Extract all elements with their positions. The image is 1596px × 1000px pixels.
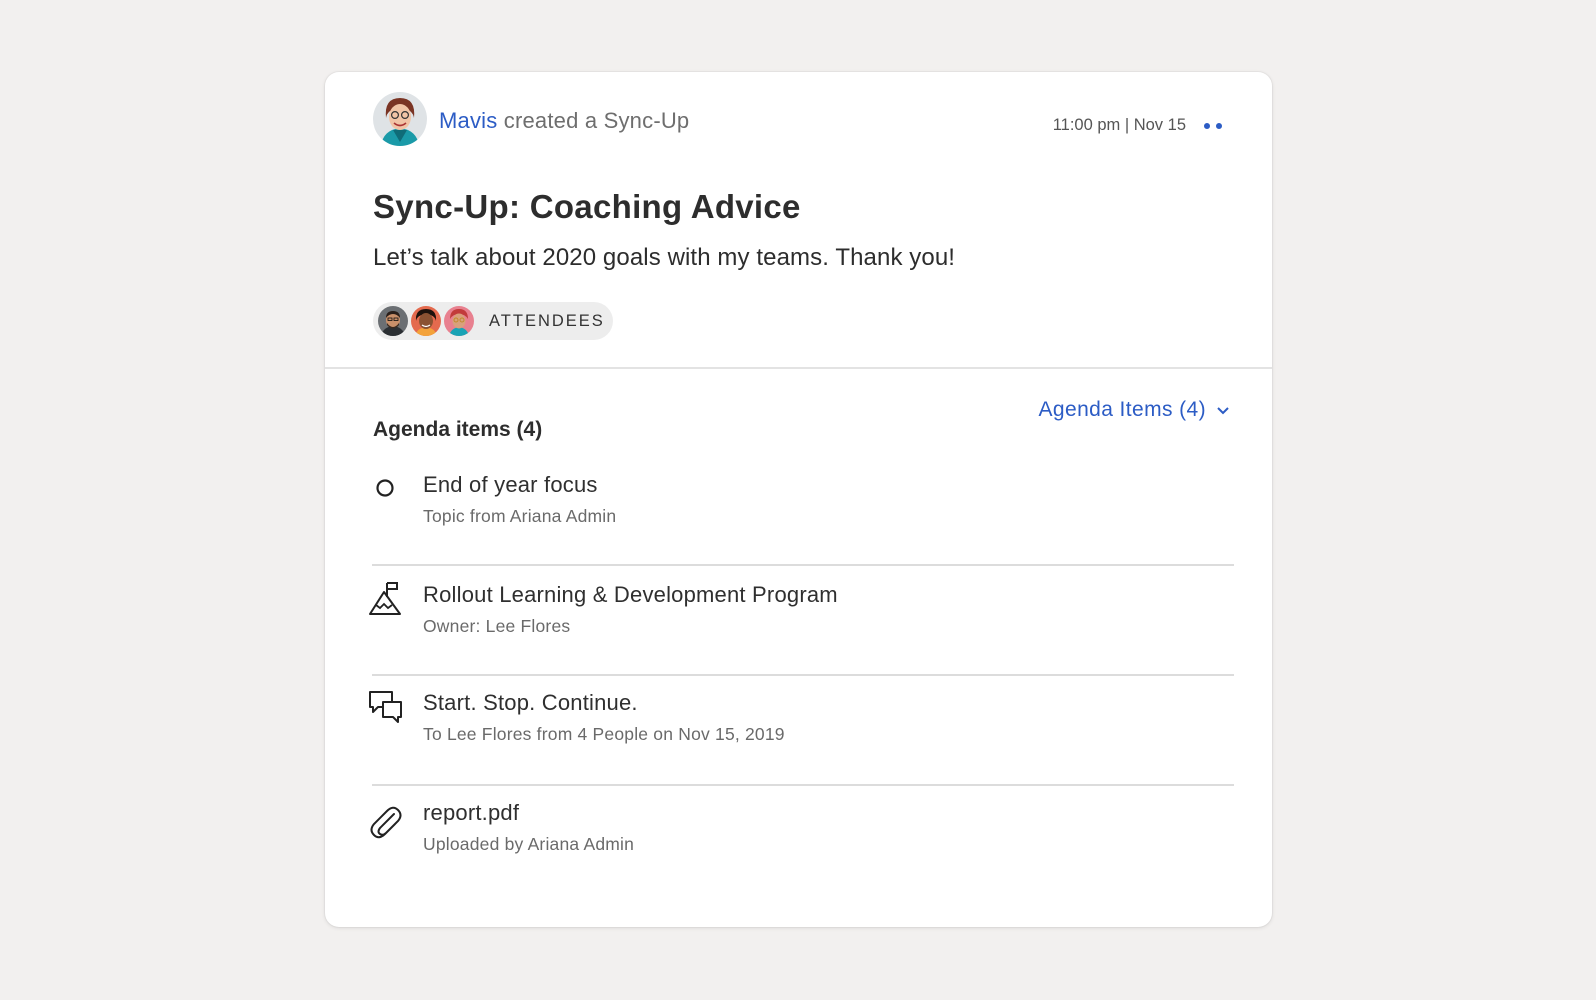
attendees-label: ATTENDEES [489, 311, 605, 330]
agenda-item[interactable]: Rollout Learning & Development Program O… [369, 566, 1234, 676]
agenda-item-title: Rollout Learning & Development Program [423, 582, 838, 607]
card-header-section: Mavis created a Sync-Up 11:00 pm | Nov 1… [325, 72, 1272, 369]
agenda-list: End of year focus Topic from Ariana Admi… [369, 456, 1234, 896]
post-meta: 11:00 pm | Nov 15 [1053, 116, 1226, 135]
attendee-avatar [442, 304, 476, 338]
chat-bubbles-icon [367, 688, 405, 726]
agenda-item-subtitle: To Lee Flores from 4 People on Nov 15, 2… [423, 724, 785, 744]
attendees-button[interactable]: ATTENDEES [373, 302, 613, 340]
chevron-down-icon [1216, 398, 1230, 422]
agenda-item-title: Start. Stop. Continue. [423, 690, 638, 715]
paperclip-icon [367, 802, 405, 840]
agenda-heading: Agenda items (4) [373, 418, 543, 441]
syncup-title: Sync-Up: Coaching Advice [373, 188, 801, 225]
circle-icon [367, 470, 405, 508]
agenda-items-dropdown[interactable]: Agenda Items (4) [1039, 398, 1230, 422]
activity-action-text: created a Sync-Up [503, 108, 690, 133]
author-avatar[interactable] [373, 92, 427, 146]
agenda-item-subtitle: Topic from Ariana Admin [423, 506, 617, 526]
agenda-item[interactable]: End of year focus Topic from Ariana Admi… [372, 456, 1234, 566]
agenda-item-title: report.pdf [423, 800, 520, 825]
post-timestamp: 11:00 pm | Nov 15 [1052, 116, 1186, 134]
author-name-link[interactable]: Mavis [439, 108, 497, 133]
attendee-avatar [376, 304, 410, 338]
agenda-item[interactable]: report.pdf Uploaded by Ariana Admin [370, 786, 1234, 896]
attendee-avatar [409, 304, 443, 338]
agenda-item[interactable]: Start. Stop. Continue. To Lee Flores fro… [369, 676, 1234, 786]
syncup-description: Let’s talk about 2020 goals with my team… [373, 244, 956, 271]
agenda-dropdown-label: Agenda Items (4) [1038, 398, 1206, 421]
agenda-item-subtitle: Uploaded by Ariana Admin [423, 834, 635, 854]
agenda-item-subtitle: Owner: Lee Flores [423, 616, 571, 636]
mountain-flag-icon [367, 580, 405, 618]
more-options-icon[interactable] [1200, 119, 1226, 133]
agenda-item-title: End of year focus [423, 472, 598, 497]
activity-line: Mavis created a Sync-Up [439, 108, 689, 134]
attendee-avatars [376, 304, 476, 338]
syncup-card: Mavis created a Sync-Up 11:00 pm | Nov 1… [325, 72, 1272, 927]
